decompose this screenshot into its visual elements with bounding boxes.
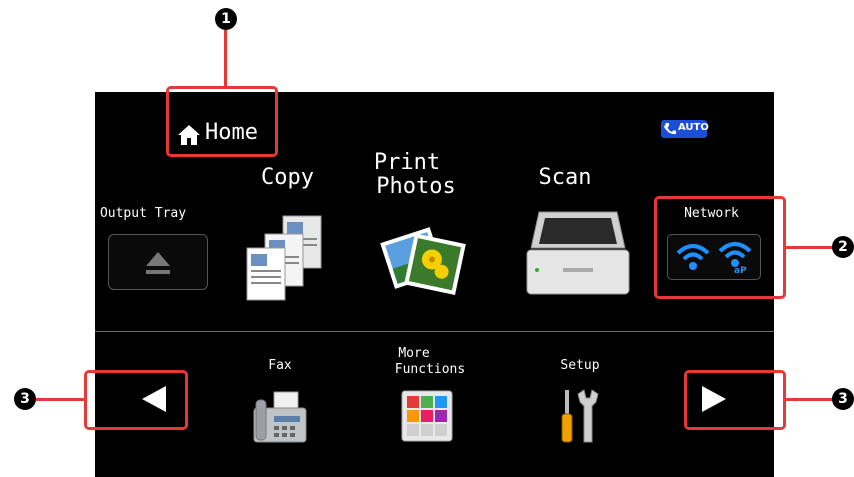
callout-1: 1 (215, 8, 237, 30)
phone-icon (664, 123, 676, 135)
scan-button[interactable]: Scan (515, 160, 635, 310)
fax-icon (253, 391, 307, 443)
setup-label: Setup (560, 358, 600, 373)
print-photos-button[interactable]: Print Photos (367, 150, 477, 310)
left-arrow-highlight (84, 370, 188, 430)
copy-documents-icon (246, 215, 322, 301)
callout-2-line (785, 246, 835, 249)
auto-answer-badge: AUTO (661, 120, 709, 138)
auto-badge-text: AUTO (678, 122, 709, 133)
output-tray-label: Output Tray (99, 206, 187, 221)
tools-icon (561, 389, 599, 443)
more-functions-label-line2: Functions (394, 362, 466, 377)
eject-icon (146, 252, 170, 274)
callout-2: 2 (832, 236, 854, 258)
more-functions-button[interactable]: More Functions (385, 344, 485, 468)
setup-button[interactable]: Setup (540, 348, 620, 468)
callout-3-right-line (785, 398, 835, 401)
more-functions-label-line1: More (398, 346, 430, 361)
callout-3-left: 3 (14, 388, 36, 410)
fax-label: Fax (268, 358, 292, 373)
more-functions-grid-icon (401, 390, 453, 442)
scan-label: Scan (538, 165, 592, 190)
photos-icon (380, 227, 466, 296)
callout-1-line (224, 30, 227, 86)
print-photos-label-line1: Print (373, 150, 441, 175)
print-photos-label-line2: Photos (376, 174, 456, 199)
fax-button[interactable]: Fax (240, 348, 320, 468)
callout-3-right: 3 (832, 388, 854, 410)
scanner-icon (526, 211, 630, 295)
right-arrow-highlight (684, 370, 786, 430)
copy-button[interactable]: Copy (240, 160, 335, 310)
network-highlight (654, 196, 786, 299)
section-divider (95, 331, 774, 332)
home-highlight (166, 86, 278, 157)
output-tray-button[interactable] (108, 234, 208, 290)
copy-label: Copy (261, 165, 314, 190)
callout-3-left-line (36, 398, 86, 401)
